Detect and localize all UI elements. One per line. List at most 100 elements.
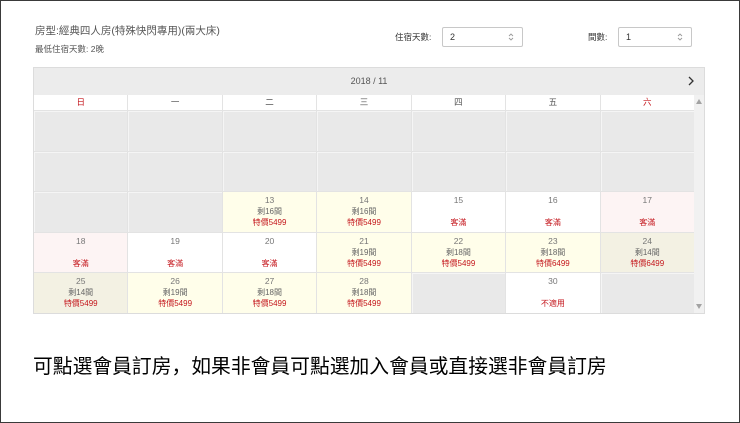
calendar-day-17: 17 客滿 <box>600 192 694 232</box>
calendar-body: 日一二三四五六 13 剩16間 特價5499 14 剩16間 特價5499 15 客滿 16 客滿… <box>34 95 704 313</box>
calendar-day-25[interactable]: 25 剩14間 特價5499 <box>34 273 128 313</box>
scroll-up-arrow-icon[interactable] <box>696 99 702 104</box>
calendar-empty-cell <box>128 111 222 151</box>
day-number: 25 <box>75 276 86 287</box>
calendar-empty-cell <box>411 111 506 151</box>
calendar-day-20: 20 客滿 <box>222 232 317 273</box>
calendar-day-13[interactable]: 13 剩16間 特價5499 <box>222 192 317 232</box>
calendar-empty-cell <box>128 151 222 192</box>
weekday-header-thu: 四 <box>411 95 506 110</box>
calendar-empty-cell <box>506 111 600 151</box>
calendar-empty-cell <box>222 151 317 192</box>
day-number: 20 <box>264 235 275 246</box>
next-month-button[interactable] <box>686 74 696 89</box>
special-price: 特價5499 <box>347 299 381 309</box>
rooms-remaining: 剩18間 <box>445 247 471 257</box>
special-price: 特價5499 <box>158 299 193 309</box>
instruction-text: 可點選會員訂房，如果非會員可點選加入會員或直接選非會員訂房 <box>33 356 607 378</box>
rooms-label: 間數: <box>588 32 608 42</box>
rooms-remaining: 剩18間 <box>351 288 377 298</box>
day-number: 22 <box>453 235 464 246</box>
special-price: 特價6499 <box>630 258 665 268</box>
calendar-day-14[interactable]: 14 剩16間 特價5499 <box>317 192 411 232</box>
calendar-day-24[interactable]: 24 剩14間 特價6499 <box>600 232 694 273</box>
rooms-remaining: 剩19間 <box>162 288 188 298</box>
month-label: 2018 / 11 <box>350 76 388 86</box>
day-number: 15 <box>453 195 464 206</box>
calendar-day-30: 30 不適用 <box>506 273 600 313</box>
updown-chevron-icon <box>508 33 514 41</box>
day-number: 30 <box>548 276 558 287</box>
day-number: 24 <box>642 235 653 246</box>
special-price: 特價5499 <box>441 258 476 268</box>
calendar-empty-cell <box>34 151 128 192</box>
updown-chevron-icon <box>677 33 683 41</box>
calendar-empty-cell <box>600 273 694 313</box>
weekday-header-mon: 一 <box>128 95 222 110</box>
calendar-day-grid: 13 剩16間 特價5499 14 剩16間 特價5499 15 客滿 16 客滿 17 客滿 18 客滿… <box>34 111 694 313</box>
calendar-empty-cell <box>317 151 411 192</box>
rooms-remaining: 剩18間 <box>540 247 566 257</box>
day-number: 27 <box>264 276 275 287</box>
status-note: 客滿 <box>72 258 89 268</box>
special-price: 特價5499 <box>252 299 287 309</box>
nights-label: 住宿天數: <box>395 32 432 42</box>
calendar-empty-cell <box>600 111 694 151</box>
calendar-empty-cell <box>34 111 128 151</box>
day-number: 18 <box>75 235 86 246</box>
calendar-empty-cell <box>128 192 222 232</box>
booking-calendar: 2018 / 11 日一二三四五六 13 剩16間 特價5499 14 剩16間 特價54… <box>33 67 705 314</box>
day-number: 26 <box>170 276 180 287</box>
special-price: 特價5499 <box>63 299 98 309</box>
rooms-select[interactable]: 1 <box>618 27 692 47</box>
page: 房型:經典四人房(特殊快閃專用)(兩大床) 最低住宿天數: 2晚 住宿天數: 2… <box>0 0 740 423</box>
calendar-header: 2018 / 11 <box>34 68 704 95</box>
rooms-remaining: 剩16間 <box>257 207 283 217</box>
rooms-select-value: 1 <box>626 32 632 42</box>
chevron-right-icon <box>688 76 694 86</box>
weekday-header-tue: 二 <box>222 95 317 110</box>
rooms-remaining: 剩18間 <box>257 288 283 298</box>
min-stay-label: 最低住宿天數: 2晚 <box>35 44 104 54</box>
room-type-title: 房型:經典四人房(特殊快閃專用)(兩大床) <box>35 25 220 37</box>
rooms-remaining: 剩16間 <box>351 207 377 217</box>
calendar-scrollbar[interactable] <box>694 95 704 313</box>
status-note: 客滿 <box>167 258 184 268</box>
scroll-down-arrow-icon[interactable] <box>696 304 702 309</box>
special-price: 特價5499 <box>252 218 287 228</box>
calendar-day-21[interactable]: 21 剩19間 特價5499 <box>317 232 411 273</box>
day-number: 23 <box>548 235 558 246</box>
status-note: 客滿 <box>544 218 561 228</box>
calendar-day-18: 18 客滿 <box>34 232 128 273</box>
day-number: 19 <box>170 235 180 246</box>
weekday-header-sun: 日 <box>34 95 128 110</box>
calendar-day-22[interactable]: 22 剩18間 特價5499 <box>411 232 506 273</box>
calendar-day-28[interactable]: 28 剩18間 特價5499 <box>317 273 411 313</box>
calendar-day-15: 15 客滿 <box>411 192 506 232</box>
calendar-day-26[interactable]: 26 剩19間 特價5499 <box>128 273 222 313</box>
status-note: 客滿 <box>261 258 278 268</box>
calendar-empty-cell <box>411 151 506 192</box>
day-number: 17 <box>642 195 653 206</box>
weekday-header-fri: 五 <box>506 95 600 110</box>
rooms-remaining: 剩14間 <box>634 247 660 257</box>
nights-select[interactable]: 2 <box>442 27 523 47</box>
special-price: 特價5499 <box>347 258 381 268</box>
day-number: 13 <box>264 195 275 206</box>
calendar-day-23[interactable]: 23 剩18間 特價6499 <box>506 232 600 273</box>
day-number: 28 <box>359 276 369 287</box>
calendar-day-16: 16 客滿 <box>506 192 600 232</box>
calendar-day-27[interactable]: 27 剩18間 特價5499 <box>222 273 317 313</box>
special-price: 特價5499 <box>347 218 381 228</box>
day-number: 21 <box>359 235 369 246</box>
status-note: 客滿 <box>639 218 656 228</box>
rooms-remaining: 剩19間 <box>351 247 377 257</box>
calendar-empty-cell <box>317 111 411 151</box>
calendar-empty-cell <box>222 111 317 151</box>
weekday-header-sat: 六 <box>600 95 694 110</box>
status-note: 不適用 <box>540 299 565 309</box>
weekday-header-row: 日一二三四五六 <box>34 95 694 111</box>
day-number: 16 <box>548 195 558 206</box>
special-price: 特價6499 <box>535 258 570 268</box>
status-note: 客滿 <box>450 218 467 228</box>
